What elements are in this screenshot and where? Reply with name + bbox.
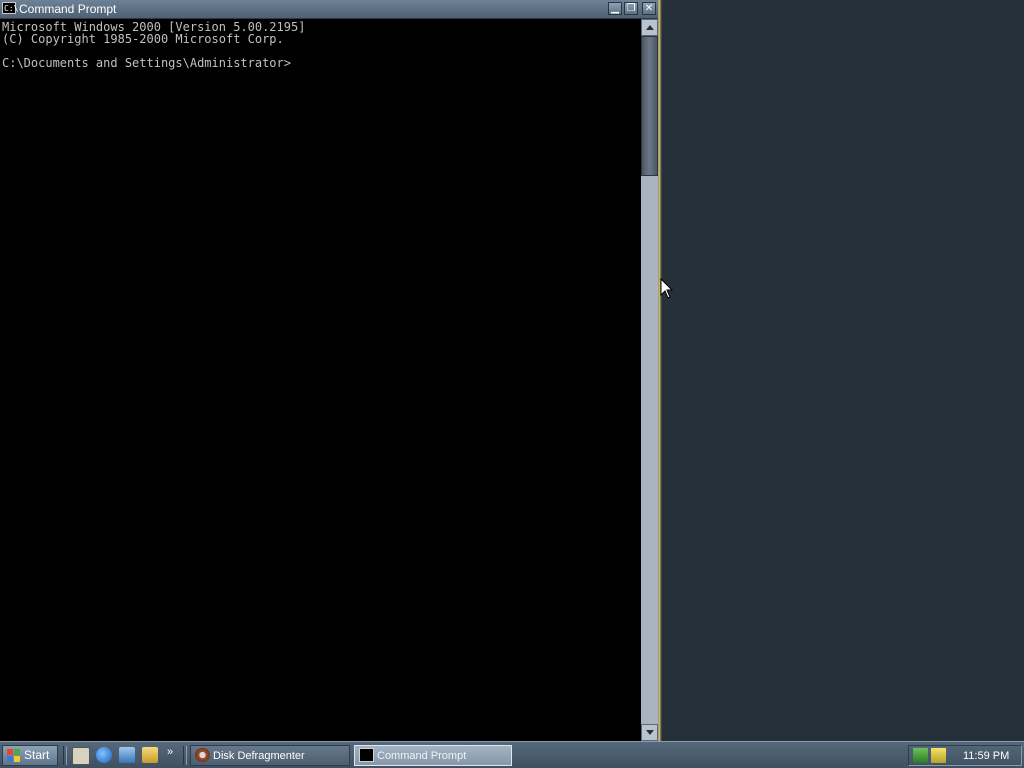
- clock[interactable]: 11:59 PM: [963, 749, 1009, 763]
- volume-icon[interactable]: [931, 748, 946, 763]
- windows-logo-icon: [7, 749, 20, 762]
- show-desktop-icon[interactable]: [72, 747, 90, 765]
- arrow-up-icon: [646, 25, 654, 30]
- minimize-icon: ▁: [611, 3, 619, 14]
- command-prompt-icon: [359, 748, 374, 762]
- console-prompt: C:\Documents and Settings\Administrator>: [2, 56, 291, 70]
- scroll-up-button[interactable]: [641, 19, 658, 36]
- scroll-thumb[interactable]: [641, 36, 658, 176]
- network-icon[interactable]: [913, 748, 928, 763]
- console-area[interactable]: Microsoft Windows 2000 [Version 5.00.219…: [0, 19, 641, 741]
- system-tray: 11:59 PM: [908, 745, 1022, 766]
- task-label: Disk Defragmenter: [213, 750, 305, 762]
- minimize-button[interactable]: ▁: [608, 2, 622, 15]
- title-bar[interactable]: C:\ Command Prompt ▁ ❐ ✕: [0, 0, 658, 19]
- task-button-command-prompt[interactable]: Command Prompt: [354, 745, 512, 766]
- taskbar: Start » Disk Defragmenter Command Prompt…: [0, 741, 1024, 768]
- start-button[interactable]: Start: [2, 745, 58, 766]
- start-label: Start: [24, 748, 50, 762]
- windows-explorer-icon[interactable]: [142, 747, 158, 763]
- restore-icon: ❐: [626, 3, 636, 14]
- console-output[interactable]: Microsoft Windows 2000 [Version 5.00.219…: [2, 21, 305, 69]
- outlook-express-icon[interactable]: [119, 747, 135, 763]
- quick-launch-more-button[interactable]: »: [167, 745, 173, 759]
- mouse-cursor-icon: [660, 278, 674, 299]
- vertical-scrollbar[interactable]: [641, 19, 658, 741]
- command-prompt-icon[interactable]: C:\: [2, 2, 18, 14]
- task-label: Command Prompt: [377, 750, 467, 762]
- close-icon: ✕: [644, 3, 654, 14]
- scroll-down-button[interactable]: [641, 724, 658, 741]
- arrow-down-icon: [646, 730, 654, 735]
- internet-explorer-icon[interactable]: [96, 747, 112, 763]
- window-resize-border[interactable]: [658, 0, 662, 741]
- close-button[interactable]: ✕: [642, 2, 656, 15]
- console-line: (C) Copyright 1985-2000 Microsoft Corp.: [2, 32, 284, 46]
- taskbar-separator: [183, 746, 187, 765]
- command-prompt-window[interactable]: C:\ Command Prompt ▁ ❐ ✕ Microsoft Windo…: [0, 0, 662, 741]
- window-title: Command Prompt: [19, 2, 117, 16]
- disk-defragmenter-icon: [195, 748, 210, 762]
- task-button-disk-defragmenter[interactable]: Disk Defragmenter: [190, 745, 350, 766]
- restore-button[interactable]: ❐: [624, 2, 638, 15]
- taskbar-separator: [63, 746, 67, 765]
